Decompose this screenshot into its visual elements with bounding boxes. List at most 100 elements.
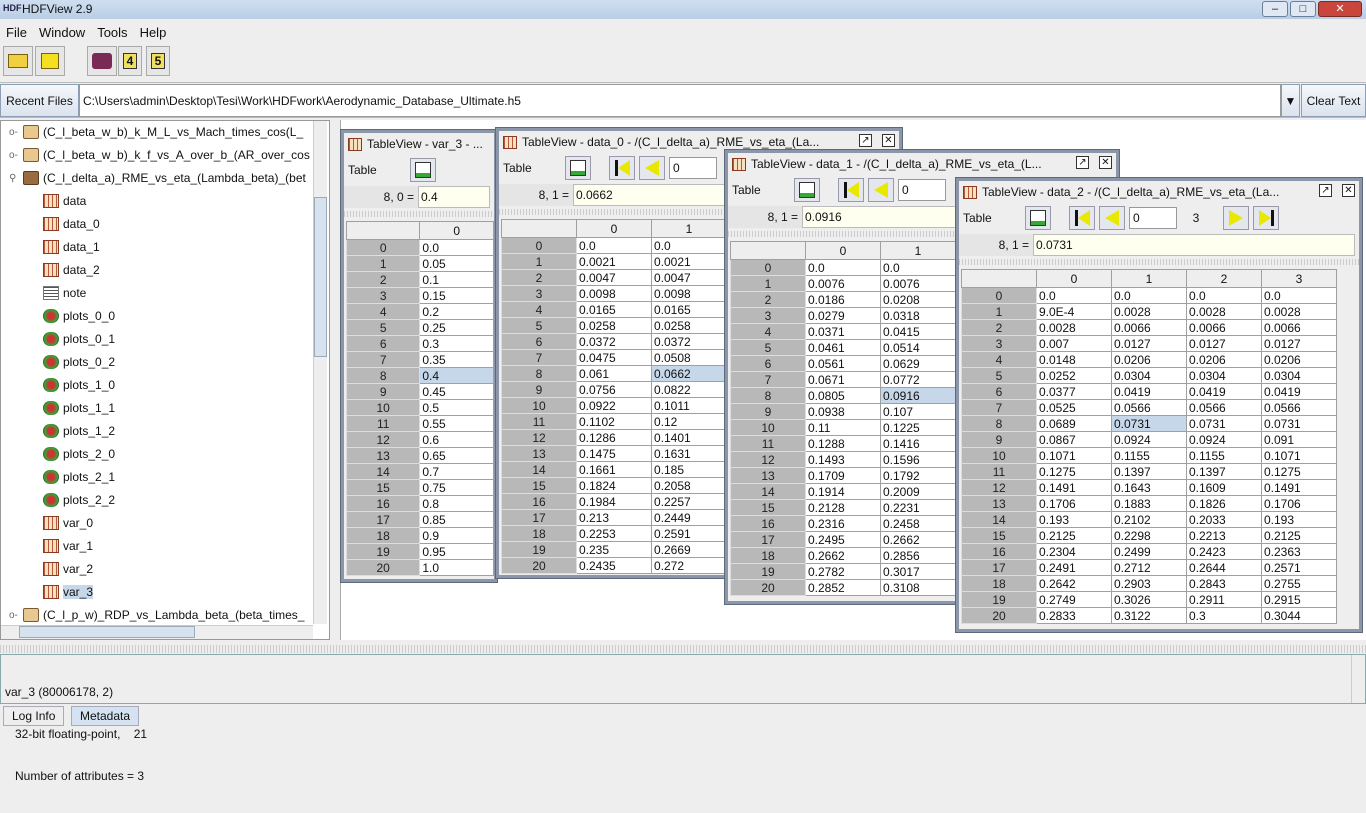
table-cell[interactable]: 0.0186 [805, 291, 881, 308]
table-cell[interactable]: 0.0304 [1111, 367, 1187, 384]
row-header[interactable]: 4 [730, 323, 806, 340]
table-menu[interactable]: Table [348, 163, 406, 177]
table-cell[interactable]: 0.0566 [1111, 399, 1187, 416]
close-window-icon[interactable]: ✕ [1342, 184, 1355, 197]
cell-value-field[interactable]: 0.0731 [1033, 234, 1355, 256]
row-header[interactable]: 16 [961, 543, 1037, 560]
table-cell[interactable]: 0.2911 [1186, 591, 1262, 608]
table-cell[interactable]: 0.0372 [576, 333, 652, 350]
table-cell[interactable]: 0.185 [651, 461, 727, 478]
table-cell[interactable]: 0.1071 [1261, 447, 1337, 464]
detach-icon[interactable]: ↗ [1076, 156, 1089, 169]
table-cell[interactable]: 0.0415 [880, 323, 956, 340]
row-header[interactable]: 0 [501, 237, 577, 254]
row-header[interactable]: 9 [501, 381, 577, 398]
table-cell[interactable]: 0.2125 [1261, 527, 1337, 544]
table-cell[interactable]: 0.55 [419, 415, 494, 432]
table-cell[interactable]: 0.1914 [805, 483, 881, 500]
row-header[interactable]: 3 [345, 287, 421, 304]
table-cell[interactable]: 0.1709 [805, 467, 881, 484]
table-cell[interactable]: 0.272 [651, 557, 727, 574]
table-cell[interactable]: 0.1491 [1036, 479, 1112, 496]
table-cell[interactable]: 0.1493 [805, 451, 881, 468]
row-header[interactable]: 16 [501, 493, 577, 510]
table-cell[interactable]: 0.0066 [1186, 319, 1262, 336]
row-header[interactable]: 5 [730, 339, 806, 356]
column-header[interactable]: 0 [805, 241, 881, 260]
table-cell[interactable]: 0.0 [805, 259, 881, 276]
table-cell[interactable]: 0.0566 [1261, 399, 1337, 416]
row-header[interactable]: 7 [961, 399, 1037, 416]
row-header[interactable]: 19 [345, 543, 421, 560]
row-header[interactable]: 15 [345, 479, 421, 496]
table-cell[interactable]: 0.3 [419, 335, 494, 352]
close-window-icon[interactable]: ✕ [1099, 156, 1112, 169]
table-cell[interactable]: 0.4 [419, 367, 494, 384]
row-header[interactable]: 6 [961, 383, 1037, 400]
table-cell[interactable]: 0.1397 [1186, 463, 1262, 480]
table-menu[interactable]: Table [732, 183, 790, 197]
table-cell[interactable]: 0.2298 [1111, 527, 1187, 544]
table-cell[interactable]: 0.1643 [1111, 479, 1187, 496]
row-header[interactable]: 10 [345, 399, 421, 416]
table-cell[interactable]: 0.3108 [880, 579, 956, 596]
row-header[interactable]: 7 [730, 371, 806, 388]
row-header[interactable]: 2 [961, 319, 1037, 336]
table-cell[interactable]: 0.0508 [651, 349, 727, 366]
row-header[interactable]: 0 [961, 287, 1037, 304]
table-cell[interactable]: 0.65 [419, 447, 494, 464]
table-cell[interactable]: 0.2363 [1261, 543, 1337, 560]
row-header[interactable]: 3 [961, 335, 1037, 352]
row-header[interactable]: 14 [501, 461, 577, 478]
table-cell[interactable]: 0.35 [419, 351, 494, 368]
row-header[interactable]: 2 [501, 269, 577, 286]
tree-item[interactable]: data [43, 190, 86, 212]
table-cell[interactable]: 0.2231 [880, 499, 956, 516]
tree-item[interactable]: o- (C_l_beta_w_b)_k_M_L_vs_Mach_times_cos… [9, 121, 303, 143]
table-cell[interactable]: 0.95 [419, 543, 494, 560]
row-header[interactable]: 20 [961, 607, 1037, 624]
table-cell[interactable]: 0.0419 [1261, 383, 1337, 400]
table-cell[interactable]: 0.1416 [880, 435, 956, 452]
row-header[interactable]: 6 [730, 355, 806, 372]
table-cell[interactable]: 0.2915 [1261, 591, 1337, 608]
row-header[interactable]: 19 [730, 563, 806, 580]
table-cell[interactable]: 0.0028 [1111, 303, 1187, 320]
table-cell[interactable]: 0.0021 [576, 253, 652, 270]
expand-handle-icon[interactable]: o- [9, 610, 23, 621]
table-cell[interactable]: 1.0 [419, 559, 494, 576]
table-cell[interactable]: 0.1631 [651, 445, 727, 462]
tree-horizontal-scrollbar[interactable] [1, 625, 313, 639]
table-cell[interactable]: 0.1275 [1261, 463, 1337, 480]
first-page-button[interactable] [609, 156, 635, 180]
table-cell[interactable]: 0.0047 [651, 269, 727, 286]
table-cell[interactable]: 0.0 [419, 239, 494, 256]
page-input[interactable]: 0 [1129, 207, 1177, 229]
table-cell[interactable]: 0.0279 [805, 307, 881, 324]
row-header[interactable]: 16 [345, 495, 421, 512]
table-cell[interactable]: 0.2903 [1111, 575, 1187, 592]
row-header[interactable]: 4 [345, 303, 421, 320]
table-cell[interactable]: 0.0206 [1111, 351, 1187, 368]
table-cell[interactable]: 0.0318 [880, 307, 956, 324]
row-header[interactable]: 11 [730, 435, 806, 452]
row-header[interactable]: 6 [345, 335, 421, 352]
row-header[interactable]: 15 [961, 527, 1037, 544]
table-cell[interactable]: 0.2644 [1186, 559, 1262, 576]
column-header[interactable]: 3 [1261, 269, 1337, 288]
row-header[interactable]: 16 [730, 515, 806, 532]
row-header[interactable]: 1 [961, 303, 1037, 320]
table-cell[interactable]: 0.0127 [1186, 335, 1262, 352]
table-cell[interactable]: 0.1288 [805, 435, 881, 452]
table-cell[interactable]: 0.1155 [1186, 447, 1262, 464]
table-cell[interactable]: 0.2449 [651, 509, 727, 526]
table-cell[interactable]: 0.1826 [1186, 495, 1262, 512]
tree-item[interactable]: var_2 [43, 558, 93, 580]
table-cell[interactable]: 0.0066 [1111, 319, 1187, 336]
row-header[interactable]: 19 [501, 541, 577, 558]
open-readonly-button[interactable] [35, 46, 65, 76]
table-cell[interactable]: 0.0206 [1186, 351, 1262, 368]
close-window-icon[interactable]: ✕ [882, 134, 895, 147]
table-cell[interactable]: 0.0304 [1261, 367, 1337, 384]
row-header[interactable]: 15 [730, 499, 806, 516]
